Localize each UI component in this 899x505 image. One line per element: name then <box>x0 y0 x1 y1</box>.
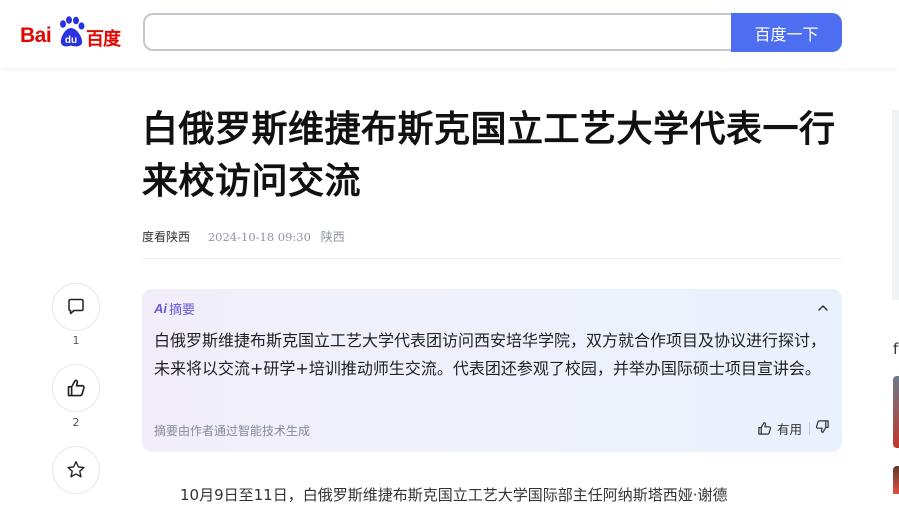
paw-icon: du <box>60 16 85 47</box>
search-input[interactable] <box>143 13 731 51</box>
separator <box>809 422 810 435</box>
ai-icon: Ai <box>154 301 167 316</box>
summary-text: 白俄罗斯维捷布斯克国立工艺大学代表团访问西安培华学院，双方就合作项目及协议进行探… <box>154 331 827 378</box>
thumbs-up-icon <box>758 422 772 435</box>
ai-summary-card: Ai 摘要 白俄罗斯维捷布斯克国立工艺大学代表团访问西安培华学院，双方就合作项目… <box>142 289 842 452</box>
summary-label: 摘要 <box>169 303 196 318</box>
useful-button[interactable]: 有用 <box>757 419 802 438</box>
comment-count: 1 <box>72 334 80 347</box>
article-source[interactable]: 度看陕西 <box>142 230 190 244</box>
right-thumbnail[interactable] <box>893 376 899 448</box>
star-icon <box>67 461 85 478</box>
thumbs-up-icon <box>67 379 85 397</box>
logo-paw-text: du <box>65 35 77 46</box>
favorite-button[interactable] <box>52 446 100 494</box>
divider <box>142 258 842 259</box>
comment-icon <box>68 298 84 315</box>
logo-text-cn: 百度 <box>86 29 121 50</box>
search-button[interactable]: 百度一下 <box>731 13 842 52</box>
top-header: Bai du 百度 百度一下 <box>0 0 899 68</box>
article-time: 2024-10-18 09:30 <box>207 230 311 244</box>
right-thumbnail[interactable] <box>893 466 899 494</box>
article-title: 白俄罗斯维捷布斯克国立工艺大学代表一行来校访问交流 <box>142 109 836 202</box>
baidu-logo[interactable]: Bai du 百度 <box>20 14 124 50</box>
summary-footnote: 摘要由作者通过智能技术生成 <box>154 424 311 438</box>
comment-button[interactable] <box>52 283 100 331</box>
like-count: 2 <box>72 416 80 429</box>
logo-text-bai: Bai <box>20 24 52 47</box>
right-panel-edge <box>892 110 899 300</box>
article-location: 陕西 <box>320 230 345 244</box>
summary-header: Ai 摘要 <box>154 299 195 318</box>
like-button[interactable] <box>52 364 100 412</box>
thumbs-down-icon[interactable] <box>815 419 830 434</box>
article-paragraph: 10月9日至11日，白俄罗斯维捷布斯克国立工艺大学国际部主任阿纳斯塔西娅·谢德 <box>180 486 728 504</box>
chevron-up-icon[interactable] <box>816 301 830 315</box>
right-panel-heading: f <box>893 340 899 358</box>
useful-label: 有用 <box>776 422 802 437</box>
article-meta: 度看陕西 2024-10-18 09:30 陕西 <box>142 228 345 245</box>
